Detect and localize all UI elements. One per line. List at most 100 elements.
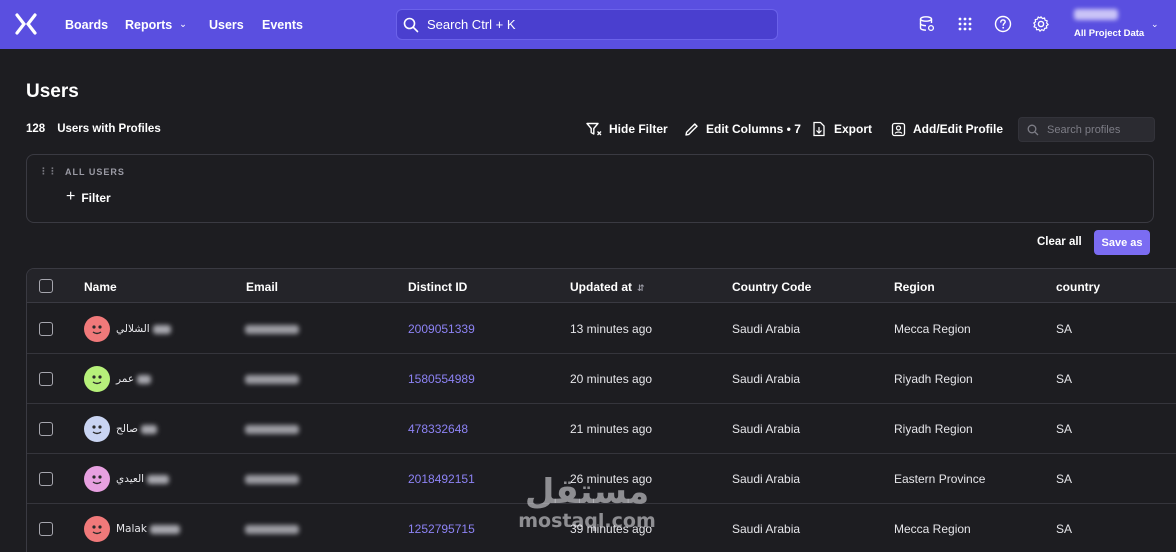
add-filter-button[interactable]: + Filter: [66, 188, 111, 206]
search-icon: [1027, 124, 1039, 135]
edit-columns-button[interactable]: Edit Columns • 7: [684, 118, 801, 140]
global-search[interactable]: Search Ctrl + K: [396, 9, 778, 40]
country: SA: [1056, 422, 1073, 436]
account-switcher[interactable]: All Project Data: [1074, 9, 1144, 41]
region: Mecca Region: [894, 522, 971, 536]
save-as-button[interactable]: Save as: [1094, 230, 1150, 255]
column-header-region[interactable]: Region: [894, 280, 935, 294]
row-checkbox[interactable]: [39, 372, 53, 386]
users-count-number: 128: [26, 123, 46, 135]
mixpanel-logo-icon[interactable]: [14, 12, 38, 36]
updated-at: 21 minutes ago: [570, 422, 653, 436]
avatar: [84, 466, 110, 492]
column-header-country-code[interactable]: Country Code: [732, 280, 811, 294]
distinct-id-link[interactable]: 1580554989: [408, 372, 475, 386]
redacted-name: [141, 424, 158, 434]
updated-at: 20 minutes ago: [570, 372, 653, 386]
table-row[interactable]: العيدي 2018492151 26 minutes ago Saudi Ara…: [27, 454, 1176, 504]
nav-reports[interactable]: Reports ⌄: [125, 0, 187, 49]
country-code: Saudi Arabia: [732, 472, 801, 486]
filter-icon: [586, 122, 602, 136]
nav-events[interactable]: Events: [262, 0, 303, 49]
redacted-email: [245, 475, 299, 484]
pencil-icon: [685, 122, 698, 136]
table-row[interactable]: الشلالي 2009051339 13 minutes ago Saudi Ar…: [27, 304, 1176, 354]
updated-at: 26 minutes ago: [570, 472, 653, 486]
table-row[interactable]: صالح 478332648 21 minutes ago Saudi Arabia…: [27, 404, 1176, 454]
avatar: [84, 316, 110, 342]
table-row[interactable]: عمر 1580554989 20 minutes ago Saudi Arabia…: [27, 354, 1176, 404]
avatar: [84, 366, 110, 392]
country: SA: [1056, 322, 1073, 336]
search-profiles-placeholder: Search profiles: [1047, 123, 1121, 136]
distinct-id-link[interactable]: 2009051339: [408, 322, 475, 336]
region: Riyadh Region: [894, 372, 973, 386]
user-name-redacted: [1074, 9, 1118, 20]
country: SA: [1056, 522, 1073, 536]
user-name[interactable]: العيدي: [116, 473, 170, 485]
drag-handle-icon[interactable]: ⋮⋮: [39, 166, 57, 177]
select-all-checkbox[interactable]: [39, 279, 53, 293]
column-header-country[interactable]: country: [1056, 280, 1100, 294]
row-checkbox[interactable]: [39, 322, 53, 336]
page-title: Users: [26, 81, 79, 102]
row-checkbox[interactable]: [39, 422, 53, 436]
users-table: Name Email Distinct ID Updated at ⇵ Count…: [26, 268, 1176, 552]
gear-icon[interactable]: [1031, 14, 1051, 34]
user-name[interactable]: الشلالي: [116, 323, 172, 335]
redacted-name: [150, 524, 181, 534]
avatar: [84, 416, 110, 442]
column-header-email[interactable]: Email: [246, 280, 278, 294]
country-code: Saudi Arabia: [732, 372, 801, 386]
distinct-id-link[interactable]: 478332648: [408, 422, 468, 436]
help-icon[interactable]: [993, 14, 1013, 34]
region: Riyadh Region: [894, 422, 973, 436]
nav-users[interactable]: Users: [209, 0, 244, 49]
table-row[interactable]: Malak 1252795715 39 minutes ago Saudi Arab…: [27, 504, 1176, 552]
sort-icon[interactable]: ⇵: [637, 283, 645, 293]
redacted-name: [147, 474, 170, 484]
table-header: Name Email Distinct ID Updated at ⇵ Count…: [27, 269, 1176, 303]
export-button[interactable]: Export: [812, 118, 872, 140]
export-file-icon: [813, 121, 825, 137]
country-code: Saudi Arabia: [732, 522, 801, 536]
column-header-updated-at[interactable]: Updated at ⇵: [570, 280, 645, 294]
plus-icon: +: [66, 188, 76, 205]
project-label: All Project Data: [1074, 28, 1145, 39]
filter-panel: ⋮⋮ ALL USERS + Filter: [26, 154, 1154, 223]
redacted-email: [245, 525, 299, 534]
country-code: Saudi Arabia: [732, 322, 801, 336]
clear-all-button[interactable]: Clear all: [1037, 236, 1082, 248]
chevron-down-icon[interactable]: ⌄: [1151, 19, 1159, 30]
distinct-id-link[interactable]: 1252795715: [408, 522, 475, 536]
column-header-name[interactable]: Name: [84, 280, 117, 294]
add-edit-profile-button[interactable]: Add/Edit Profile: [891, 118, 1003, 140]
chevron-down-icon: ⌄: [179, 19, 187, 29]
user-name[interactable]: عمر: [116, 373, 152, 385]
region: Mecca Region: [894, 322, 971, 336]
redacted-name: [137, 374, 152, 384]
search-profiles-input[interactable]: Search profiles: [1018, 117, 1155, 142]
country-code: Saudi Arabia: [732, 422, 801, 436]
nav-boards[interactable]: Boards: [65, 0, 108, 49]
distinct-id-link[interactable]: 2018492151: [408, 472, 475, 486]
redacted-email: [245, 325, 299, 334]
profile-card-icon: [891, 122, 906, 136]
apps-grid-icon[interactable]: [955, 14, 975, 34]
database-settings-icon[interactable]: [917, 14, 937, 34]
search-icon: [403, 17, 419, 32]
country: SA: [1056, 472, 1073, 486]
users-count-label: Users with Profiles: [57, 123, 161, 135]
updated-at: 39 minutes ago: [570, 522, 653, 536]
search-label: Search Ctrl + K: [427, 17, 516, 32]
column-header-distinct-id[interactable]: Distinct ID: [408, 280, 467, 294]
country: SA: [1056, 372, 1073, 386]
user-name[interactable]: Malak: [116, 523, 181, 535]
hide-filter-button[interactable]: Hide Filter: [586, 118, 668, 140]
top-nav-bar: Boards Reports ⌄ Users Events Search Ctrl…: [0, 0, 1176, 49]
row-checkbox[interactable]: [39, 472, 53, 486]
avatar: [84, 516, 110, 542]
user-name[interactable]: صالح: [116, 423, 158, 435]
row-checkbox[interactable]: [39, 522, 53, 536]
segment-label: ⋮⋮ ALL USERS: [39, 166, 125, 177]
